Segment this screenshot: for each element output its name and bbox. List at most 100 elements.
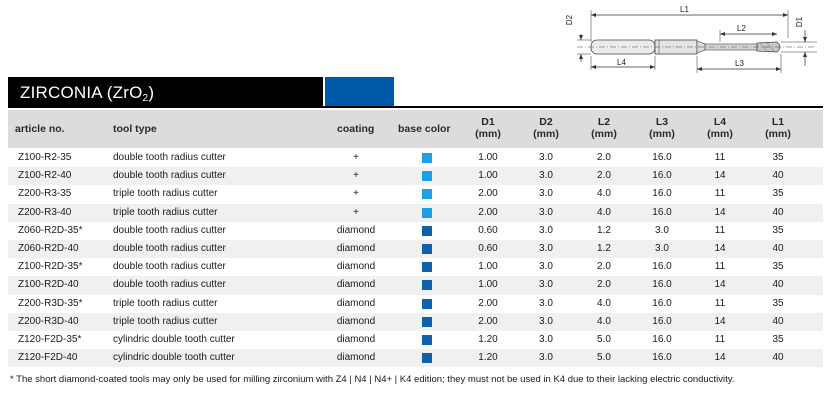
cell-l2: 4.0 [597,297,611,309]
cell-l1: 40 [772,352,784,364]
cell-article-no: Z200-R3-40 [18,206,72,218]
cell-l4: 11 [714,261,726,273]
base-color-swatch [422,171,432,182]
cell-article-no: Z200-R3-35 [18,188,72,200]
section-title-bar: ZIRCONIA (ZrO2) [8,77,323,107]
cell-l3: 16.0 [652,297,672,309]
cell-l2: 4.0 [597,206,611,218]
cell-l2: 2.0 [597,279,611,291]
table-row: Z200-R3-35 triple tooth radius cutter + … [8,185,823,203]
header-article-no: article no. [15,123,65,135]
cell-tool-type: double tooth radius cutter [113,261,226,273]
table-header: article no. tool type coating base color… [8,110,823,148]
cell-article-no: Z200-R3D-40 [18,315,79,327]
cell-l3: 16.0 [652,333,672,345]
table-row: Z060-R2D-40 double tooth radius cutter d… [8,239,823,259]
cell-l3: 3.0 [655,242,669,254]
cell-coating: + [353,152,359,163]
header-l2: L2 (mm) [584,116,624,140]
cell-article-no: Z100-R2D-35* [18,261,83,273]
milling-cutter-diagram [577,10,817,73]
cell-l3: 16.0 [652,188,672,200]
cell-l1: 35 [772,297,784,309]
cell-d1: 0.60 [478,242,498,254]
header-l1: L1 (mm) [758,116,798,140]
header-l2-unit: (mm) [591,128,617,140]
cell-l2: 2.0 [597,261,611,273]
cell-l1: 40 [772,242,784,254]
base-color-swatch [422,225,432,236]
cell-l3: 3.0 [655,224,669,236]
cell-tool-type: double tooth radius cutter [113,242,226,254]
table-row: Z100-R2-40 double tooth radius cutter + … [8,167,823,186]
cell-d2: 3.0 [539,297,553,309]
cell-tool-type: double tooth radius cutter [113,279,226,291]
cell-l2: 5.0 [597,352,611,364]
cell-l3: 16.0 [652,206,672,218]
cell-l2: 2.0 [597,170,611,182]
dim-label-l2: L2 [737,24,746,33]
cell-d2: 3.0 [539,152,553,163]
cell-coating: diamond [336,261,376,273]
table-row: Z100-R2-35 double tooth radius cutter + … [8,149,823,167]
cell-d2: 3.0 [539,333,553,345]
cell-d1: 0.60 [478,224,498,236]
dim-label-l1: L1 [680,5,689,14]
table-row: Z120-F2D-40 cylindric double tooth cutte… [8,349,823,368]
cell-d1: 1.20 [478,352,498,364]
cell-l4: 14 [714,352,726,364]
cell-d1: 1.00 [478,170,498,182]
base-color-swatch [422,334,432,345]
header-d1-label: D1 [481,116,495,128]
base-color-swatch [422,153,432,163]
cell-l4: 11 [714,224,726,236]
cell-l2: 4.0 [597,315,611,327]
cell-article-no: Z120-F2D-35* [18,333,82,345]
cell-l3: 16.0 [652,352,672,364]
header-coating: coating [337,123,375,135]
header-l4: L4 (mm) [700,116,740,140]
cell-l1: 35 [772,224,784,236]
cell-l2: 5.0 [597,333,611,345]
footnote: * The short diamond-coated tools may onl… [10,374,735,385]
cell-tool-type: triple tooth radius cutter [113,297,218,309]
cell-d2: 3.0 [539,206,553,218]
cell-d1: 1.00 [478,279,498,291]
table-row: Z120-F2D-35* cylindric double tooth cutt… [8,331,823,349]
dim-label-d1: D1 [795,16,805,28]
cell-d2: 3.0 [539,352,553,364]
cell-l4: 11 [714,333,726,345]
cell-d1: 2.00 [478,188,498,200]
header-d2: D2 (mm) [526,116,566,140]
table-row: Z060-R2D-35* double tooth radius cutter … [8,222,823,240]
cell-d2: 3.0 [539,279,553,291]
cell-l1: 40 [772,170,784,182]
header-d1: D1 (mm) [468,116,508,140]
cell-d1: 1.20 [478,333,498,345]
cell-d1: 2.00 [478,297,498,309]
cell-d2: 3.0 [539,261,553,273]
cell-d2: 3.0 [539,188,553,200]
title-underline [8,106,823,108]
cell-l3: 16.0 [652,279,672,291]
cell-l2: 4.0 [597,188,611,200]
cell-l3: 16.0 [652,152,672,163]
cell-l2: 2.0 [597,152,611,163]
cell-l1: 35 [772,188,784,200]
dim-label-l4: L4 [617,58,626,67]
tool-dimension-drawing: L1 L2 L4 L3 D2 D1 [555,0,830,76]
cell-article-no: Z100-R2-35 [18,152,72,163]
cell-tool-type: double tooth radius cutter [113,170,226,182]
cell-d1: 2.00 [478,315,498,327]
base-color-swatch [422,316,432,327]
cell-l2: 1.2 [597,242,611,254]
cell-l3: 16.0 [652,170,672,182]
cell-l4: 14 [714,315,726,327]
header-d1-unit: (mm) [475,128,501,140]
table-row: Z200-R3-40 triple tooth radius cutter + … [8,203,823,222]
header-l1-label: L1 [771,116,785,128]
cell-coating: + [353,188,359,200]
dim-label-d2: D2 [565,14,575,26]
cell-l1: 40 [772,315,784,327]
cell-article-no: Z060-R2D-40 [18,242,79,254]
